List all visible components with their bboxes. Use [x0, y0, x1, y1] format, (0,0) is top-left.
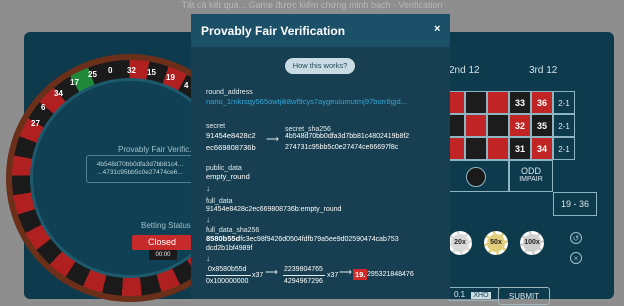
second-dozen-label[interactable]: 2nd 12 — [449, 65, 480, 76]
number-cell[interactable]: 31 — [509, 137, 531, 160]
high-range-bet-area[interactable]: 19 - 36 — [553, 192, 597, 216]
secret-label: secret — [206, 123, 226, 130]
submit-button[interactable]: SUBMIT — [498, 287, 550, 305]
arrow-down-icon: ↓ — [206, 215, 210, 224]
calc-numerator-decimal: 2239804765 — [284, 266, 323, 273]
column-bet-button[interactable]: 2-1 — [553, 137, 575, 160]
third-dozen-label[interactable]: 3rd 12 — [529, 65, 557, 76]
fraction-line — [206, 275, 251, 276]
number-cell[interactable] — [465, 114, 487, 137]
number-cell[interactable] — [487, 137, 509, 160]
undo-icon[interactable]: ↺ — [570, 232, 582, 244]
chip-100x[interactable]: 100x — [520, 231, 544, 255]
clear-icon[interactable]: × — [570, 252, 582, 264]
calc-multiplier: x37 — [252, 272, 264, 279]
provably-fair-modal: Provably Fair Verification × How this wo… — [191, 14, 450, 299]
number-cell[interactable]: 33 — [509, 91, 531, 114]
arrow-right-icon: ⟶ — [265, 267, 278, 277]
how-it-works-button[interactable]: How this works? — [285, 58, 355, 74]
background-notice: Tất cả kết quả... Game được kiểm chứng m… — [181, 0, 443, 10]
number-cell[interactable] — [487, 114, 509, 137]
sha256-remainder: fc3ec98f9426d0504fdfb79a5ee9d02590474cab… — [240, 236, 399, 243]
number-cell[interactable] — [465, 91, 487, 114]
hash-line: 4b548d70bb0dfa3d7bb81c4... — [96, 161, 184, 168]
currency-label: XHO — [471, 292, 491, 299]
sha256-prefix-highlight: 8580b55d — [206, 234, 241, 243]
black-circle-icon — [466, 167, 486, 187]
odd-bet-area[interactable]: ODD IMPAIR — [509, 160, 553, 192]
column-bet-button[interactable]: 2-1 — [553, 91, 575, 114]
hash-line: ...4731c95bb5c0e27474ce6... — [97, 169, 183, 176]
public-data-value: empty_round — [206, 172, 250, 181]
secret-sha256-line: 274731c95bb5c0e27474ce66697f8c — [285, 144, 399, 151]
arrow-down-icon: ↓ — [206, 254, 210, 263]
wheel-number: 25 — [88, 70, 97, 79]
bet-amount-value: 0.1 — [454, 290, 466, 299]
wheel-number: 15 — [147, 68, 156, 77]
secret-sha256-line: 4b548d70bb0dfa3d7bb81c4802419b8f2 — [285, 133, 410, 140]
provably-fair-label: Provably Fair Verific... — [118, 145, 196, 154]
calc-multiplier: x37 — [327, 272, 339, 279]
wheel-number: 0 — [108, 66, 113, 75]
odd-label: ODD — [521, 166, 541, 176]
arrow-down-icon: ↓ — [206, 184, 210, 193]
modal-title: Provably Fair Verification — [201, 24, 346, 38]
secret-value-line: ec669808736b — [206, 143, 256, 152]
fraction-line — [283, 275, 325, 276]
number-cell[interactable]: 34 — [531, 137, 553, 160]
countdown-timer: 00:00 — [149, 250, 177, 260]
wheel-number: 27 — [31, 119, 40, 128]
column-bet-button[interactable]: 2-1 — [553, 114, 575, 137]
number-cell[interactable]: 36 — [531, 91, 553, 114]
calc-denominator: 0x100000000 — [206, 278, 249, 285]
secret-value-line: 91454e8428c2 — [206, 131, 256, 140]
wheel-number: 17 — [70, 78, 79, 87]
result-fraction: 295321848476 — [367, 271, 414, 278]
number-cell[interactable]: 35 — [531, 114, 553, 137]
arrow-right-icon: ⟶ — [339, 267, 352, 277]
calc-numerator: 0x8580b55d — [208, 266, 247, 273]
wheel-number: 34 — [54, 89, 63, 98]
arrow-right-icon: ⟶ — [266, 134, 279, 144]
calc-denominator-decimal: 4294967296 — [284, 278, 323, 285]
wheel-number: 4 — [184, 81, 189, 90]
round-address-label: round_address — [206, 89, 253, 96]
modal-header: Provably Fair Verification × — [191, 14, 450, 47]
wheel-number: 6 — [41, 103, 46, 112]
impair-label: IMPAIR — [519, 176, 543, 183]
chip-20x[interactable]: 20x — [448, 231, 472, 255]
round-address-link[interactable]: nano_1rnkrsqy565owtjik8wf9cys7aygeuiumut… — [206, 97, 446, 107]
betting-status-badge: Closed — [132, 235, 192, 250]
betting-status-label: Betting Status — [141, 221, 191, 230]
provably-fair-hash-box[interactable]: 4b548d70bb0dfa3d7bb81c4... ...4731c95bb5… — [86, 155, 194, 183]
chip-50x[interactable]: 50x — [484, 231, 508, 255]
result-integer-highlight: 19. — [353, 269, 368, 280]
wheel-number: 32 — [127, 66, 136, 75]
close-icon[interactable]: × — [434, 23, 440, 35]
black-bet-area[interactable] — [443, 160, 509, 192]
number-cell[interactable] — [465, 137, 487, 160]
wheel-number: 19 — [166, 73, 175, 82]
number-cell[interactable]: 32 — [509, 114, 531, 137]
number-cell[interactable] — [487, 91, 509, 114]
full-data-value: 91454e8428c2ec669808736b:empty_round — [206, 206, 342, 213]
full-data-sha256-line: dcd2b1bf4989f — [206, 245, 253, 252]
